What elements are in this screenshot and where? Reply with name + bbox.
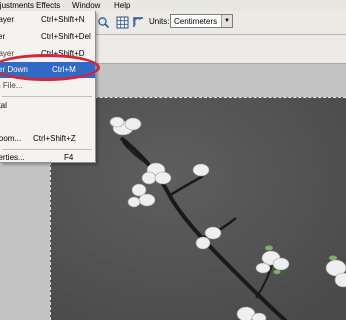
- menu-item-shortcut: Ctrl+Shift+Del: [41, 32, 91, 41]
- menu-item-label: yer: [0, 32, 6, 41]
- menu-item-add-new-layer[interactable]: Layer Ctrl+Shift+N: [0, 12, 95, 28]
- menu-item-label: perties...: [0, 153, 25, 162]
- units-label: Units:: [149, 17, 170, 26]
- layers-dropdown-menu: Layer Ctrl+Shift+N yer Ctrl+Shift+Del La…: [0, 11, 96, 163]
- menu-item-delete-layer[interactable]: yer Ctrl+Shift+Del: [0, 29, 95, 45]
- menu-bar: Adjustments Effects Window Help: [0, 0, 346, 11]
- menu-adjustments[interactable]: Adjustments: [0, 1, 34, 10]
- menu-item-label: m File...: [0, 81, 23, 90]
- menu-window[interactable]: Window: [72, 1, 100, 10]
- menu-effects[interactable]: Effects: [36, 1, 60, 10]
- menu-item-label: Zoom...: [0, 134, 22, 143]
- units-value: Centimeters: [174, 17, 218, 26]
- zoom-icon[interactable]: [97, 16, 110, 29]
- menu-item-layer-properties[interactable]: perties... F4: [0, 150, 95, 166]
- menu-separator: [2, 96, 92, 97]
- menu-item-flip-vertical[interactable]: al: [0, 115, 95, 131]
- menu-item-rotate-zoom[interactable]: Zoom... Ctrl+Shift+Z: [0, 131, 95, 147]
- units-select[interactable]: Centimeters ▼: [170, 14, 233, 28]
- menu-item-flip-horizontal[interactable]: ntal: [0, 98, 95, 114]
- menu-item-label: Layer: [0, 15, 15, 24]
- menu-item-label: ntal: [0, 101, 7, 110]
- chevron-down-icon[interactable]: ▼: [221, 15, 232, 27]
- menu-help[interactable]: Help: [114, 1, 130, 10]
- menu-item-shortcut: Ctrl+Shift+Z: [33, 134, 76, 143]
- menu-item-shortcut: Ctrl+Shift+N: [41, 15, 85, 24]
- ruler-icon[interactable]: [132, 16, 145, 29]
- menu-item-shortcut: F4: [64, 153, 74, 162]
- grid-icon[interactable]: [116, 16, 129, 29]
- app-window: { "menubar": { "items": [ {"label": "Adj…: [0, 0, 346, 320]
